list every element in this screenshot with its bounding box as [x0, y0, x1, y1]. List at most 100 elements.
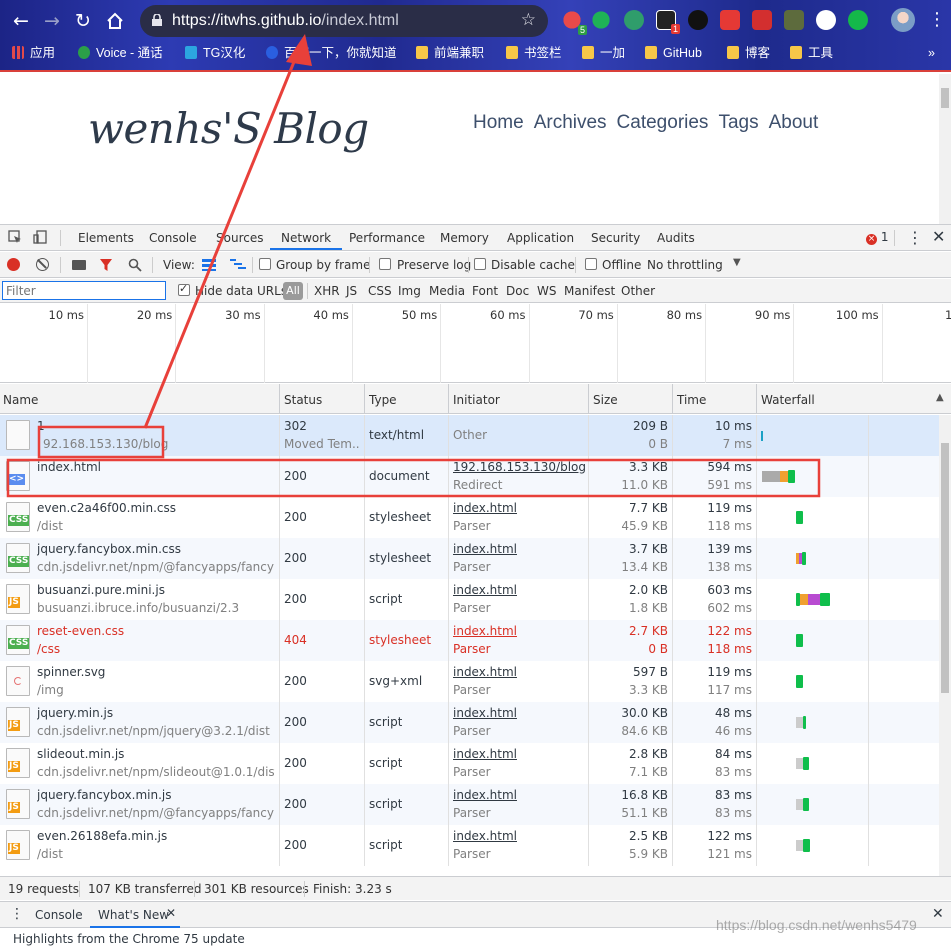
extension-gauge-icon[interactable]	[816, 10, 836, 30]
filter-doc[interactable]: Doc	[506, 284, 529, 298]
request-name[interactable]: slideout.min.js	[37, 747, 275, 761]
request-name[interactable]: jquery.min.js	[37, 706, 275, 720]
drawer-menu-icon[interactable]: ⋮	[10, 906, 24, 922]
page-scrollbar-thumb[interactable]	[941, 88, 949, 108]
filter-icon[interactable]	[99, 258, 113, 272]
tab-audits[interactable]: Audits	[657, 231, 695, 245]
request-name[interactable]: even.c2a46f00.min.css	[37, 501, 275, 515]
sort-up-icon[interactable]: ▲	[936, 392, 944, 403]
initiator-link[interactable]: index.html	[453, 542, 585, 556]
table-row[interactable]: JS busuanzi.pure.mini.js busuanzi.ibruce.i…	[0, 579, 939, 620]
initiator-link[interactable]: index.html	[453, 747, 585, 761]
table-row[interactable]: JS jquery.min.js cdn.jsdelivr.net/npm/jque…	[0, 702, 939, 743]
address-bar[interactable]: https://itwhs.github.io/index.html ☆	[140, 5, 548, 37]
drawer-tab-console[interactable]: Console	[35, 908, 83, 922]
initiator-link[interactable]: index.html	[453, 788, 585, 802]
overview-icon[interactable]	[230, 259, 246, 271]
bookmark-folder-bar[interactable]: 书签栏	[506, 44, 562, 62]
col-name[interactable]: Name	[3, 393, 38, 407]
nav-categories[interactable]: Categories	[617, 112, 709, 134]
group-by-frame-label[interactable]: Group by frame	[276, 258, 370, 272]
bookmark-voice[interactable]: Voice - 通话	[78, 44, 163, 62]
col-time[interactable]: Time	[677, 393, 706, 407]
table-row[interactable]: JS slideout.min.js cdn.jsdelivr.net/npm/sl…	[0, 743, 939, 784]
initiator-link[interactable]: index.html	[453, 624, 585, 638]
bookmark-folder-oneplus[interactable]: 一加	[582, 44, 625, 62]
reload-button[interactable]: ↻	[70, 8, 96, 34]
drawer-close-icon[interactable]: ✕	[932, 906, 944, 922]
tab-console[interactable]: Console	[149, 231, 197, 245]
capture-screenshots-icon[interactable]	[72, 260, 86, 270]
tab-application[interactable]: Application	[507, 231, 574, 245]
filter-other[interactable]: Other	[621, 284, 655, 298]
bookmark-baidu[interactable]: 百度一下，你就知道	[266, 44, 397, 62]
home-button[interactable]	[102, 8, 128, 34]
filter-input[interactable]	[2, 281, 166, 300]
tab-security[interactable]: Security	[591, 231, 640, 245]
bookmark-folder-blog[interactable]: 博客	[727, 44, 770, 62]
extension-chat-icon[interactable]	[624, 10, 644, 30]
close-icon[interactable]: ✕	[166, 906, 176, 920]
forward-button[interactable]: →	[39, 8, 65, 34]
table-row[interactable]: CSS even.c2a46f00.min.css/dist 200 styleshe…	[0, 497, 939, 538]
bookmarks-overflow-icon[interactable]: »	[928, 44, 935, 62]
nav-home[interactable]: Home	[473, 112, 524, 134]
filter-xhr[interactable]: XHR	[314, 284, 340, 298]
initiator-link[interactable]: index.html	[453, 829, 585, 843]
request-name[interactable]: even.26188efa.min.js	[37, 829, 275, 843]
initiator-link[interactable]: index.html	[453, 501, 585, 515]
bookmark-folder-github[interactable]: GitHub	[645, 44, 702, 62]
table-row[interactable]: CSS reset-even.css/css 404 stylesheet index.…	[0, 620, 939, 661]
clear-icon[interactable]	[36, 258, 49, 271]
request-name[interactable]: 1	[37, 419, 275, 433]
inspect-element-icon[interactable]	[8, 230, 22, 244]
filter-font[interactable]: Font	[472, 284, 498, 298]
nav-about[interactable]: About	[769, 112, 819, 134]
initiator-link[interactable]: 192.168.153.130/blog/1	[453, 460, 585, 474]
extension-green-icon[interactable]	[591, 10, 611, 30]
record-icon[interactable]	[7, 258, 20, 271]
table-row[interactable]: 1 92.168.153.130/blog 302 Moved Tem... text/…	[0, 415, 939, 456]
col-type[interactable]: Type	[369, 393, 397, 407]
extension-red-icon[interactable]: 5	[562, 10, 587, 35]
blog-logo[interactable]: wenhs'S Blog	[88, 104, 369, 153]
disable-cache-checkbox[interactable]	[474, 258, 486, 270]
device-toolbar-icon[interactable]	[33, 230, 47, 244]
col-status[interactable]: Status	[284, 393, 322, 407]
filter-css[interactable]: CSS	[368, 284, 392, 298]
devtools-menu-icon[interactable]: ⋮	[907, 228, 923, 247]
request-name[interactable]: reset-even.css	[37, 624, 275, 638]
nav-archives[interactable]: Archives	[534, 112, 607, 134]
table-row[interactable]: CSS jquery.fancybox.min.css cdn.jsdelivr.n…	[0, 538, 939, 579]
offline-checkbox[interactable]	[585, 258, 597, 270]
extension-box-icon[interactable]: 1	[656, 10, 680, 34]
bookmark-folder-tools[interactable]: 工具	[790, 44, 833, 62]
large-rows-icon[interactable]	[202, 259, 216, 271]
tab-sources[interactable]: Sources	[216, 231, 263, 245]
search-icon[interactable]	[128, 258, 142, 272]
devtools-close-icon[interactable]: ✕	[932, 227, 945, 246]
extension-key-icon[interactable]	[688, 10, 708, 30]
drawer-tab-whats-new[interactable]: What's New	[98, 908, 169, 922]
hide-data-urls-checkbox[interactable]	[178, 282, 190, 296]
disable-cache-label[interactable]: Disable cache	[491, 258, 575, 272]
extension-c-icon[interactable]	[848, 10, 868, 30]
browser-menu-icon[interactable]: ⋮	[928, 10, 946, 30]
col-waterfall[interactable]: Waterfall	[761, 393, 815, 407]
bookmark-tg[interactable]: TG汉化	[185, 44, 245, 62]
url-text[interactable]: https://itwhs.github.io/index.html	[172, 11, 399, 31]
tab-performance[interactable]: Performance	[349, 231, 425, 245]
request-name[interactable]: index.html	[37, 460, 275, 474]
extension-note-icon[interactable]	[752, 10, 772, 30]
initiator-link[interactable]: index.html	[453, 665, 585, 679]
filter-ws[interactable]: WS	[537, 284, 556, 298]
table-row[interactable]: <> index.html 200 document 192.168.153.130/b…	[0, 456, 939, 497]
extension-video-icon[interactable]	[720, 10, 740, 30]
back-button[interactable]: ←	[8, 8, 34, 34]
hide-data-urls-label[interactable]: Hide data URLs	[195, 284, 287, 298]
extension-bulb-icon[interactable]	[784, 10, 804, 30]
table-row[interactable]: JS jquery.fancybox.min.js cdn.jsdelivr.net…	[0, 784, 939, 825]
initiator-link[interactable]: index.html	[453, 706, 585, 720]
offline-label[interactable]: Offline	[602, 258, 641, 272]
network-overview[interactable]: 10 ms 20 ms 30 ms 40 ms 50 ms 60 ms 70 ms 80 ms…	[0, 304, 951, 383]
